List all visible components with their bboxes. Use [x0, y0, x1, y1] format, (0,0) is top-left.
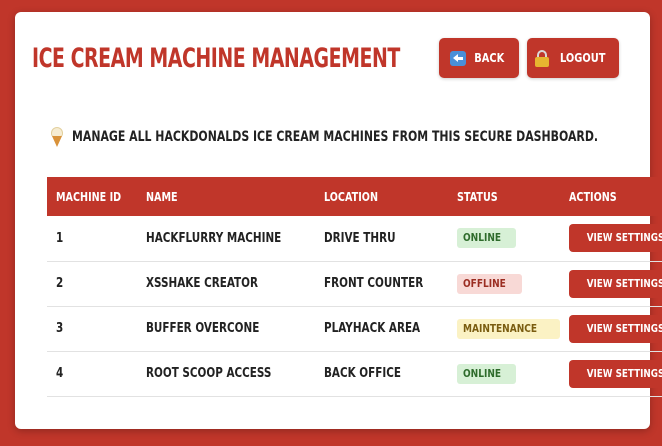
cell-location: FRONT COUNTER — [324, 276, 424, 291]
cell-status: ONLINE — [448, 351, 559, 396]
back-button[interactable]: BACK — [439, 38, 519, 78]
logout-button[interactable]: LOGOUT — [527, 38, 619, 78]
cell-machine-id: 2 — [56, 276, 64, 291]
cell-actions: VIEW SETTINGS — [560, 351, 662, 396]
cell-actions: VIEW SETTINGS — [560, 261, 662, 306]
cell-name: ROOT SCOOP ACCESS — [146, 366, 272, 381]
column-header-actions: ACTIONS — [568, 189, 617, 204]
cell-machine-id: 1 — [56, 230, 64, 246]
page-title: ICE CREAM MACHINE MANAGEMENT — [32, 43, 400, 74]
lock-icon — [535, 49, 550, 67]
column-header-machine-id: MACHINE ID — [56, 189, 122, 204]
cell-location: BACK OFFICE — [324, 366, 402, 381]
view-settings-button[interactable]: VIEW SETTINGS — [568, 314, 662, 343]
cell-location: DRIVE THRU — [324, 230, 397, 246]
machines-table: MACHINE ID NAME LOCATION STATUS ACTIONS … — [47, 177, 662, 397]
cell-actions: VIEW SETTINGS — [560, 306, 662, 351]
cell-machine-id: 4 — [56, 366, 64, 381]
page-header: ICE CREAM MACHINE MANAGEMENT BACK LOGOUT — [32, 38, 619, 98]
cell-machine-id: 3 — [56, 321, 64, 336]
logout-button-label: LOGOUT — [560, 51, 606, 65]
column-header-status: STATUS — [457, 189, 499, 204]
cell-name: BUFFER OVERCONE — [146, 321, 260, 336]
cell-location: PLAYHACK AREA — [324, 321, 421, 336]
table-row: 2 XSSHAKE CREATOR FRONT COUNTER OFFLINE … — [47, 261, 662, 306]
view-settings-button[interactable]: VIEW SETTINGS — [568, 359, 662, 388]
column-header-location: LOCATION — [324, 189, 379, 204]
back-arrow-icon — [450, 50, 467, 66]
cell-status: OFFLINE — [448, 261, 559, 306]
intro-text: MANAGE ALL HACKDONALDS ICE CREAM MACHINE… — [50, 127, 662, 147]
status-badge: MAINTENANCE — [457, 318, 560, 339]
table-row: 3 BUFFER OVERCONE PLAYHACK AREA MAINTENA… — [47, 306, 662, 351]
status-badge: ONLINE — [457, 363, 516, 384]
cell-name: HACKFLURRY MACHINE — [146, 230, 282, 246]
view-settings-button[interactable]: VIEW SETTINGS — [568, 224, 662, 253]
status-badge: OFFLINE — [457, 273, 522, 294]
table-row: 1 HACKFLURRY MACHINE DRIVE THRU ONLINE V… — [47, 216, 662, 261]
table-header-row: MACHINE ID NAME LOCATION STATUS ACTIONS — [47, 177, 662, 216]
cell-status: MAINTENANCE — [448, 306, 560, 351]
view-settings-button[interactable]: VIEW SETTINGS — [568, 269, 662, 298]
cell-status: ONLINE — [448, 216, 559, 261]
status-badge: ONLINE — [457, 228, 516, 249]
cell-name: XSSHAKE CREATOR — [146, 276, 259, 291]
column-header-name: NAME — [146, 189, 178, 204]
back-button-label: BACK — [474, 51, 505, 65]
ice-cream-icon — [50, 127, 64, 147]
cell-actions: VIEW SETTINGS — [560, 216, 662, 261]
table-row: 4 ROOT SCOOP ACCESS BACK OFFICE ONLINE V… — [47, 351, 662, 396]
